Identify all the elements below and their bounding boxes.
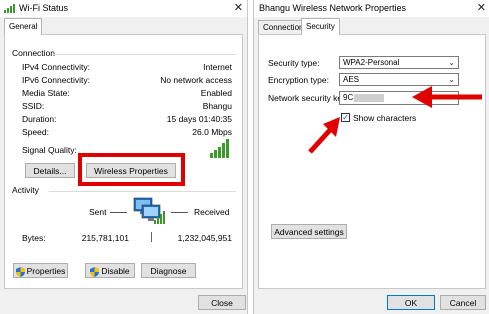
chevron-down-icon: ⌄ <box>448 58 455 67</box>
encryption-type-value: AES <box>343 75 360 84</box>
encryption-type-label: Encryption type: <box>268 75 329 85</box>
media-state-value: Enabled <box>200 88 232 98</box>
network-computers-icon <box>133 197 165 224</box>
ipv6-label: IPv6 Connectivity: <box>22 75 91 85</box>
show-characters-checkbox[interactable]: ✓ <box>341 113 350 122</box>
security-panel: Security type: WPA2-Personal ⌄ Encryptio… <box>258 34 486 289</box>
duration-value: 15 days 01:40:35 <box>166 114 232 124</box>
network-key-value: 9C <box>343 93 354 102</box>
cancel-button[interactable]: Cancel <box>440 295 486 310</box>
encryption-type-select[interactable]: AES ⌄ <box>339 73 459 86</box>
ipv6-value: No network access <box>160 75 232 85</box>
network-key-label: Network security key <box>268 93 347 103</box>
media-state-label: Media State: <box>22 88 70 98</box>
wifi-status-window: Wi-Fi Status ✕ General Connection IPv4 C… <box>0 0 248 314</box>
network-properties-window: Bhangu Wireless Network Properties ✕ Con… <box>253 0 489 314</box>
security-type-value: WPA2-Personal <box>343 58 400 67</box>
received-label: Received <box>194 207 230 217</box>
details-button[interactable]: Details... <box>25 163 75 178</box>
properties-button[interactable]: Properties <box>13 263 68 278</box>
general-panel: Connection IPv4 Connectivity: Internet I… <box>4 34 243 289</box>
divider <box>49 191 236 192</box>
window-title: Bhangu Wireless Network Properties <box>259 3 407 13</box>
speed-value: 26.0 Mbps <box>192 127 232 137</box>
divider <box>151 232 152 242</box>
redacted-key <box>354 93 385 102</box>
signal-quality-label: Signal Quality: <box>22 145 77 155</box>
bytes-label: Bytes: <box>22 233 46 243</box>
ipv4-value: Internet <box>203 62 232 72</box>
tab-strip: Connection Security <box>254 17 489 35</box>
highlight-box <box>78 153 185 186</box>
bytes-received-value: 1,232,045,951 <box>177 233 232 243</box>
disable-label: Disable <box>101 266 130 276</box>
ok-button[interactable]: OK <box>387 295 435 310</box>
security-type-select[interactable]: WPA2-Personal ⌄ <box>339 56 459 69</box>
ssid-value: Bhangu <box>202 101 232 111</box>
tab-security[interactable]: Security <box>301 18 340 35</box>
chevron-down-icon: ⌄ <box>448 75 455 84</box>
title-bar: Wi-Fi Status ✕ <box>0 0 247 17</box>
shield-icon <box>90 266 100 277</box>
sent-label: Sent <box>89 207 107 217</box>
ssid-label: SSID: <box>22 101 45 111</box>
signal-strength-icon <box>210 139 229 158</box>
diagnose-button[interactable]: Diagnose <box>141 263 196 278</box>
received-line <box>171 212 188 213</box>
window-title: Wi-Fi Status <box>19 3 69 13</box>
tab-strip: General <box>0 17 247 35</box>
tab-general[interactable]: General <box>4 18 43 35</box>
show-characters-label: Show characters <box>353 113 417 123</box>
advanced-settings-button[interactable]: Advanced settings <box>271 224 347 239</box>
shield-icon <box>15 266 25 277</box>
properties-label: Properties <box>26 266 66 276</box>
security-type-label: Security type: <box>268 58 320 68</box>
title-bar: Bhangu Wireless Network Properties ✕ <box>254 0 489 17</box>
disable-button[interactable]: Disable <box>85 263 135 278</box>
connection-header: Connection <box>12 48 56 58</box>
close-button[interactable]: Close <box>198 295 246 310</box>
signal-bars-icon <box>4 4 15 13</box>
sent-line <box>110 212 127 213</box>
activity-header: Activity <box>12 185 39 195</box>
bytes-sent-value: 215,781,101 <box>81 233 129 243</box>
speed-label: Speed: <box>22 127 49 137</box>
ipv4-label: IPv4 Connectivity: <box>22 62 91 72</box>
network-key-input[interactable]: 9C <box>339 91 459 105</box>
divider <box>53 54 236 55</box>
close-icon[interactable]: ✕ <box>234 1 243 15</box>
close-icon[interactable]: ✕ <box>477 1 486 15</box>
duration-label: Duration: <box>22 114 57 124</box>
